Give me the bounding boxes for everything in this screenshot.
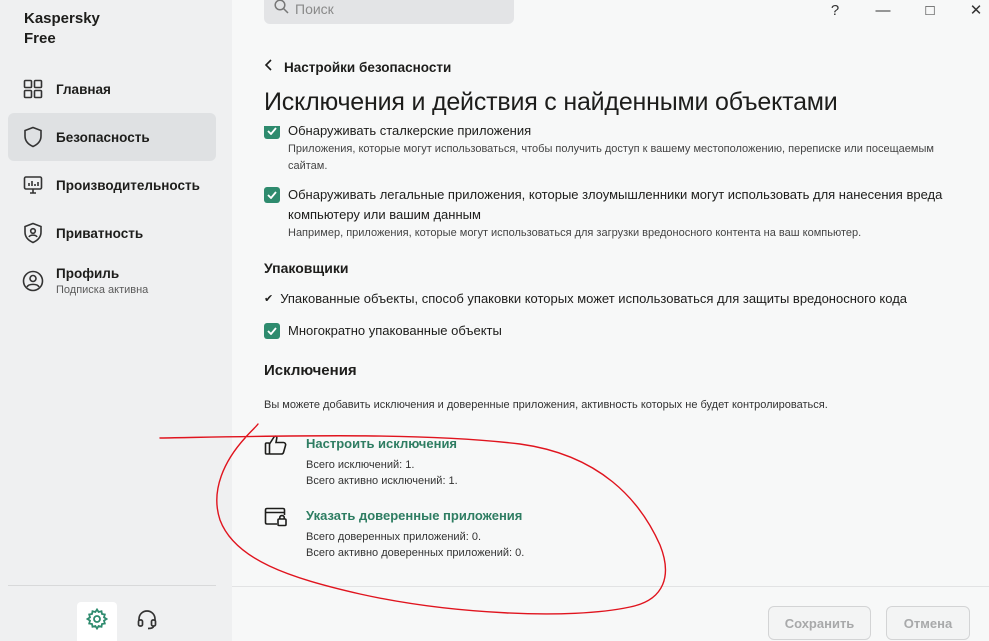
- profile-name: Профиль: [56, 266, 120, 281]
- checkmark-icon: ✔: [264, 293, 274, 305]
- configure-exclusions-item: Настроить исключения Всего исключений: 1…: [264, 434, 664, 494]
- app-lock-icon: [264, 506, 288, 528]
- sidebar-item-performance[interactable]: Производительность: [8, 161, 216, 209]
- multi-packed-checkbox[interactable]: [264, 323, 280, 339]
- thumbs-up-icon: [264, 434, 288, 456]
- packers-title: Упаковщики: [264, 260, 349, 276]
- back-link[interactable]: Настройки безопасности: [264, 58, 451, 76]
- search-input[interactable]: [295, 1, 495, 17]
- exclusions-active: Всего активно исключений: 1.: [306, 475, 458, 487]
- gear-icon: [85, 607, 109, 635]
- settings-content: Обнаруживать сталкерские приложения Прил…: [232, 126, 989, 586]
- maximize-icon: □: [925, 1, 935, 19]
- settings-button[interactable]: [77, 602, 117, 641]
- app-title-line2: Free: [24, 30, 56, 47]
- sidebar-nav: Главная Безопасность Производительность …: [8, 65, 216, 305]
- close-icon: ✕: [969, 2, 983, 19]
- configure-exclusions-link[interactable]: Настроить исключения: [306, 436, 457, 451]
- sidebar-item-home[interactable]: Главная: [8, 65, 216, 113]
- footer-divider: [232, 586, 989, 587]
- sidebar-item-label: Приватность: [56, 225, 144, 241]
- sidebar-item-security[interactable]: Безопасность: [8, 113, 216, 161]
- minimize-button[interactable]: —: [860, 0, 906, 20]
- close-button[interactable]: ✕: [953, 0, 989, 20]
- save-button[interactable]: Сохранить: [768, 606, 871, 640]
- help-button[interactable]: ?: [812, 0, 858, 20]
- multi-packed-label: Многократно упакованные объекты: [288, 323, 502, 338]
- exclusions-desc: Вы можете добавить исключения и доверенн…: [264, 399, 828, 411]
- privacy-shield-icon: [22, 222, 44, 244]
- maximize-button[interactable]: □: [907, 0, 953, 20]
- sidebar-item-label: Безопасность: [56, 129, 150, 145]
- sidebar-item-profile[interactable]: Профиль Подписка активна: [8, 257, 216, 305]
- page-title: Исключения и действия с найденными объек…: [264, 88, 838, 116]
- subscription-status: Подписка активна: [56, 284, 149, 296]
- sidebar: Kaspersky Free Главная Безопасность Прои…: [0, 0, 232, 641]
- help-icon: ?: [830, 1, 840, 19]
- legal-apps-label: Обнаруживать легальные приложения, котор…: [288, 187, 943, 222]
- search-icon: [274, 0, 289, 19]
- packed-objects-label: Упакованные объекты, способ упаковки кот…: [280, 291, 908, 306]
- exclusions-title: Исключения: [264, 362, 357, 379]
- stalker-apps-checkbox[interactable]: [264, 126, 280, 139]
- profile-icon: [22, 270, 44, 292]
- packed-objects-option[interactable]: ✔ Упакованные объекты, способ упаковки к…: [264, 291, 907, 306]
- stalker-apps-option[interactable]: Обнаруживать сталкерские приложения Прил…: [264, 126, 954, 175]
- minimize-icon: —: [875, 1, 891, 19]
- sidebar-item-label: Профиль Подписка активна: [56, 266, 148, 296]
- multi-packed-option[interactable]: Многократно упакованные объекты: [264, 321, 954, 341]
- app-title-line1: Kaspersky: [24, 10, 100, 27]
- trusted-apps-link[interactable]: Указать доверенные приложения: [306, 508, 522, 523]
- chevron-left-icon: [264, 58, 274, 76]
- sidebar-item-privacy[interactable]: Приватность: [8, 209, 216, 257]
- legal-apps-checkbox[interactable]: [264, 187, 280, 203]
- legal-apps-desc: Например, приложения, которые могут испо…: [288, 227, 862, 239]
- stalker-apps-label: Обнаруживать сталкерские приложения: [288, 126, 532, 138]
- search-box[interactable]: [264, 0, 514, 24]
- trusted-apps-item: Указать доверенные приложения Всего дове…: [264, 506, 664, 566]
- trusted-apps-total: Всего доверенных приложений: 0.: [306, 531, 482, 543]
- trusted-apps-active: Всего активно доверенных приложений: 0.: [306, 547, 525, 559]
- stalker-apps-desc: Приложения, которые могут использоваться…: [288, 143, 934, 172]
- support-button[interactable]: [127, 602, 167, 641]
- sidebar-item-label: Главная: [56, 81, 111, 97]
- sidebar-divider: [8, 585, 216, 586]
- monitor-icon: [22, 174, 44, 196]
- shield-icon: [22, 126, 44, 148]
- app-title: Kaspersky Free: [24, 9, 100, 49]
- cancel-button[interactable]: Отмена: [886, 606, 970, 640]
- legal-apps-option[interactable]: Обнаруживать легальные приложения, котор…: [264, 185, 954, 242]
- exclusions-total: Всего исключений: 1.: [306, 459, 415, 471]
- back-label: Настройки безопасности: [284, 59, 452, 75]
- dashboard-icon: [22, 78, 44, 100]
- headset-icon: [136, 608, 158, 635]
- sidebar-item-label: Производительность: [56, 177, 200, 193]
